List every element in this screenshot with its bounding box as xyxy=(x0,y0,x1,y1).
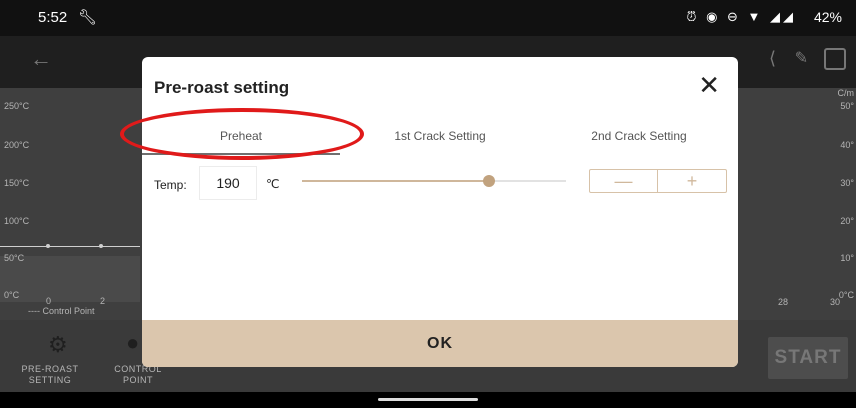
y-tick-label: 200°C xyxy=(4,140,30,150)
decrement-button[interactable]: — xyxy=(590,170,658,192)
chart-legend: ---- Control Point xyxy=(28,306,95,316)
y-right-tick-label: 0°C xyxy=(838,290,854,300)
selected-tab-indicator xyxy=(142,153,340,155)
status-icons: ⏰︎ ◉ ⊖ ▼ ◢◢ xyxy=(686,9,796,24)
start-button[interactable]: START xyxy=(768,337,848,379)
temp-slider[interactable] xyxy=(302,175,566,187)
export-icon[interactable] xyxy=(824,48,846,70)
y-right-tick-label: 30° xyxy=(840,178,854,188)
edit-icon[interactable]: ✎ xyxy=(795,48,808,68)
pre-roast-setting-label[interactable]: PRE-ROAST SETTING xyxy=(18,364,82,386)
wrench-icon: 🔧︎ xyxy=(78,9,98,26)
y-right-tick-label: 10° xyxy=(840,253,854,263)
control-point-icon[interactable]: ● xyxy=(126,330,139,356)
slider-thumb[interactable] xyxy=(483,175,496,187)
dialog-title: Pre-roast setting xyxy=(154,78,290,97)
x-tick-label: 2 xyxy=(100,296,106,306)
y-right-tick-label: 20° xyxy=(840,216,854,226)
y-tick-label: 150°C xyxy=(4,178,30,188)
y-right-unit: C/m xyxy=(837,88,855,98)
share-icon[interactable]: ⟨ xyxy=(769,48,776,69)
control-point-label[interactable]: CONTROL POINT xyxy=(108,364,168,386)
pre-roast-setting-dialog: Pre-roast setting ✕ Preheat 1st Crack Se… xyxy=(142,57,738,367)
status-time: 5:52 xyxy=(38,9,68,26)
home-handle[interactable] xyxy=(378,398,478,401)
temp-input[interactable]: 190 xyxy=(199,166,257,200)
status-bar: 5:52 🔧︎ ⏰︎ ◉ ⊖ ▼ ◢◢ 42% xyxy=(0,0,856,36)
y-tick-label: 250°C xyxy=(4,101,30,111)
tab-2nd-crack-setting[interactable]: 2nd Crack Setting xyxy=(540,117,738,155)
y-right-tick-label: 50° xyxy=(840,101,854,111)
temp-stepper: — + xyxy=(589,169,727,193)
control-point-dot[interactable] xyxy=(99,244,103,248)
tab-preheat[interactable]: Preheat xyxy=(142,117,340,155)
x-tick-label: 28 xyxy=(778,297,789,307)
x-tick-label: 30 xyxy=(830,297,841,307)
tab-1st-crack-setting[interactable]: 1st Crack Setting xyxy=(340,117,540,155)
y-tick-label: 0°C xyxy=(4,290,20,300)
navigation-bar xyxy=(0,392,856,408)
ok-button[interactable]: OK xyxy=(142,320,738,367)
control-point-line xyxy=(0,246,140,247)
battery-level: 42% xyxy=(813,9,842,25)
y-tick-label: 100°C xyxy=(4,216,30,226)
y-tick-label: 50°C xyxy=(4,253,25,263)
x-tick-label: 0 xyxy=(46,296,52,306)
gear-icon[interactable]: ⚙ xyxy=(48,332,68,358)
slider-fill xyxy=(302,180,490,182)
close-icon[interactable]: ✕ xyxy=(698,72,720,98)
temp-unit: ℃ xyxy=(266,177,280,191)
increment-button[interactable]: + xyxy=(658,170,726,192)
control-point-dot[interactable] xyxy=(46,244,50,248)
y-right-tick-label: 40° xyxy=(840,140,854,150)
temp-label: Temp: xyxy=(154,178,187,192)
back-arrow-icon[interactable]: ← xyxy=(30,46,52,72)
